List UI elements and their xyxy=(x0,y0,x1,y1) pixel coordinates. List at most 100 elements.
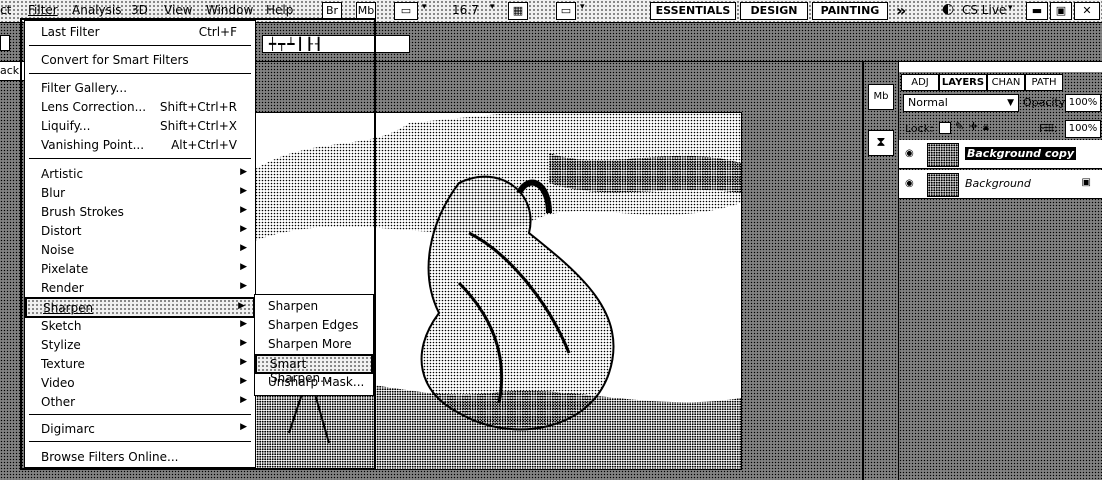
workspace-design[interactable]: DESIGN xyxy=(740,2,808,20)
blend-mode-select[interactable]: Normal ▼ xyxy=(903,94,1019,112)
menu-separator xyxy=(29,414,251,415)
restore-icon[interactable]: ▣ xyxy=(1050,2,1072,20)
layer-lock-icon: ▣ xyxy=(1081,177,1091,188)
lock-position-icon[interactable]: ✛ xyxy=(969,120,978,133)
minimize-icon[interactable]: ▬ xyxy=(1026,2,1048,20)
menu-item-lens-correction[interactable]: Lens Correction... Shift+Ctrl+R xyxy=(25,98,255,117)
submenu-arrow-icon: ▶ xyxy=(240,243,247,253)
menu-separator xyxy=(29,158,251,159)
menu-item-sharpen-filter[interactable]: Sharpen xyxy=(255,297,373,316)
submenu-arrow-icon: ▶ xyxy=(240,319,247,329)
menu-help[interactable]: Help xyxy=(266,3,293,17)
menu-item-video[interactable]: Video ▶ xyxy=(25,374,255,393)
menu-item-artistic[interactable]: Artistic ▶ xyxy=(25,165,255,184)
menu-item-filter-gallery[interactable]: Filter Gallery... xyxy=(25,79,255,98)
menu-separator xyxy=(29,45,251,46)
chevron-down-icon: ▼ xyxy=(1007,98,1014,108)
align-buttons-strip[interactable]: ┿┯┷┃┠┨ xyxy=(262,35,410,53)
submenu-arrow-icon: ▶ xyxy=(240,395,247,405)
tab-adjustments[interactable]: ADJ xyxy=(901,74,939,91)
menu-item-sharpen-more[interactable]: Sharpen More xyxy=(255,335,373,354)
menu-window[interactable]: Window xyxy=(206,3,253,17)
menu-item-unsharp-mask[interactable]: Unsharp Mask... xyxy=(255,373,373,392)
submenu-arrow-icon: ▶ xyxy=(240,376,247,386)
layers-panel: ADJ LAYERS CHAN PATH Normal ▼ Opacity: 1… xyxy=(898,72,1102,480)
tool-preset-icon[interactable] xyxy=(0,35,10,51)
menu-item-sharpen-edges[interactable]: Sharpen Edges xyxy=(255,316,373,335)
cs-live-label[interactable]: CS Live xyxy=(962,3,1006,17)
screen-mode-dropdown-icon[interactable]: ▾ xyxy=(580,2,585,12)
tab-layers[interactable]: LAYERS xyxy=(939,74,987,91)
filter-menu: Last Filter Ctrl+F Convert for Smart Fil… xyxy=(24,20,256,468)
menu-item-render[interactable]: Render ▶ xyxy=(25,279,255,298)
workspace-painting[interactable]: PAINTING xyxy=(812,2,888,20)
cs-live-icon: ◐ xyxy=(942,1,955,17)
menu-item-convert-smart-filters[interactable]: Convert for Smart Filters xyxy=(25,51,255,70)
menu-view[interactable]: View xyxy=(164,3,192,17)
menu-item-texture[interactable]: Texture ▶ xyxy=(25,355,255,374)
eye-icon[interactable]: ◉ xyxy=(905,178,914,189)
document-image xyxy=(248,112,742,470)
submenu-arrow-icon: ▶ xyxy=(240,357,247,367)
close-icon[interactable]: ✕ xyxy=(1074,2,1100,20)
menu-separator xyxy=(29,441,251,442)
minibridge-button[interactable]: Mb xyxy=(356,2,376,20)
menu-item-digimarc[interactable]: Digimarc ▶ xyxy=(25,420,255,439)
submenu-arrow-icon: ▶ xyxy=(240,422,247,432)
lock-all-icon[interactable]: 🔒︎ xyxy=(983,120,989,134)
menu-item-other[interactable]: Other ▶ xyxy=(25,393,255,412)
menu-item-sharpen[interactable]: Sharpen ▶ xyxy=(25,297,255,318)
menu-filter[interactable]: Filter xyxy=(28,3,58,17)
menu-item-vanishing-point[interactable]: Vanishing Point... Alt+Ctrl+V xyxy=(25,136,255,155)
menu-item-stylize[interactable]: Stylize ▶ xyxy=(25,336,255,355)
lock-pixels-icon[interactable]: ✎ xyxy=(955,120,964,133)
submenu-arrow-icon: ▶ xyxy=(238,301,245,311)
submenu-arrow-icon: ▶ xyxy=(240,186,247,196)
cs-live-dropdown-icon[interactable]: ▾ xyxy=(1008,3,1013,13)
arrange-documents-icon[interactable]: ▦ xyxy=(508,2,528,20)
menu-3d[interactable]: 3D xyxy=(131,3,148,17)
layer-row-background-copy[interactable]: ◉ Background copy xyxy=(899,140,1102,169)
bridge-button[interactable]: Br xyxy=(322,2,342,20)
history-icon[interactable]: ⧗ xyxy=(868,130,894,156)
opacity-label: Opacity: xyxy=(1023,96,1069,109)
layer-thumbnail xyxy=(927,173,959,197)
menu-edit-partial[interactable]: ct xyxy=(0,3,11,17)
align-icons: ┿┯┷┃┠┨ xyxy=(263,37,325,51)
tab-channels[interactable]: CHAN xyxy=(987,74,1025,91)
submenu-arrow-icon: ▶ xyxy=(240,167,247,177)
menu-analysis[interactable]: Analysis xyxy=(72,3,121,17)
submenu-arrow-icon: ▶ xyxy=(240,205,247,215)
menu-item-smart-sharpen[interactable]: Smart Sharpen... xyxy=(255,354,373,385)
screen-mode-icon[interactable]: ▭ xyxy=(556,2,576,20)
menu-separator xyxy=(29,73,251,74)
fill-label: Fill: xyxy=(1039,122,1058,135)
layer-thumbnail xyxy=(927,143,959,167)
menu-item-pixelate[interactable]: Pixelate ▶ xyxy=(25,260,255,279)
submenu-arrow-icon: ▶ xyxy=(240,262,247,272)
mini-bridge-icon[interactable]: Mb xyxy=(868,84,894,110)
lock-transparency-checkbox[interactable] xyxy=(939,122,951,134)
more-workspaces-button[interactable]: » xyxy=(896,1,906,20)
submenu-arrow-icon: ▶ xyxy=(240,338,247,348)
menu-item-liquify[interactable]: Liquify... Shift+Ctrl+X xyxy=(25,117,255,136)
submenu-arrow-icon: ▶ xyxy=(240,281,247,291)
fill-input[interactable]: 100% xyxy=(1065,120,1101,138)
menu-item-browse-filters-online[interactable]: Browse Filters Online... xyxy=(25,448,255,467)
zoom-level[interactable]: 16.7 xyxy=(452,3,479,17)
extras-dropdown-icon[interactable]: ▾ xyxy=(422,2,427,12)
menu-item-blur[interactable]: Blur ▶ xyxy=(25,184,255,203)
workspace-essentials[interactable]: ESSENTIALS xyxy=(650,2,736,20)
menu-item-distort[interactable]: Distort ▶ xyxy=(25,222,255,241)
menu-item-noise[interactable]: Noise ▶ xyxy=(25,241,255,260)
layer-row-background[interactable]: ◉ Background ▣ xyxy=(899,170,1102,199)
menu-item-sketch[interactable]: Sketch ▶ xyxy=(25,317,255,336)
menu-item-brush-strokes[interactable]: Brush Strokes ▶ xyxy=(25,203,255,222)
zoom-dropdown-icon[interactable]: ▾ xyxy=(490,2,495,12)
opacity-input[interactable]: 100% xyxy=(1065,94,1101,112)
tab-paths[interactable]: PATH xyxy=(1025,74,1063,91)
menu-item-last-filter[interactable]: Last Filter Ctrl+F xyxy=(25,23,255,42)
panel-dock-strip: Mb ⧗ xyxy=(862,62,899,480)
eye-icon[interactable]: ◉ xyxy=(905,148,914,159)
extras-icon[interactable]: ▭ xyxy=(394,2,418,20)
